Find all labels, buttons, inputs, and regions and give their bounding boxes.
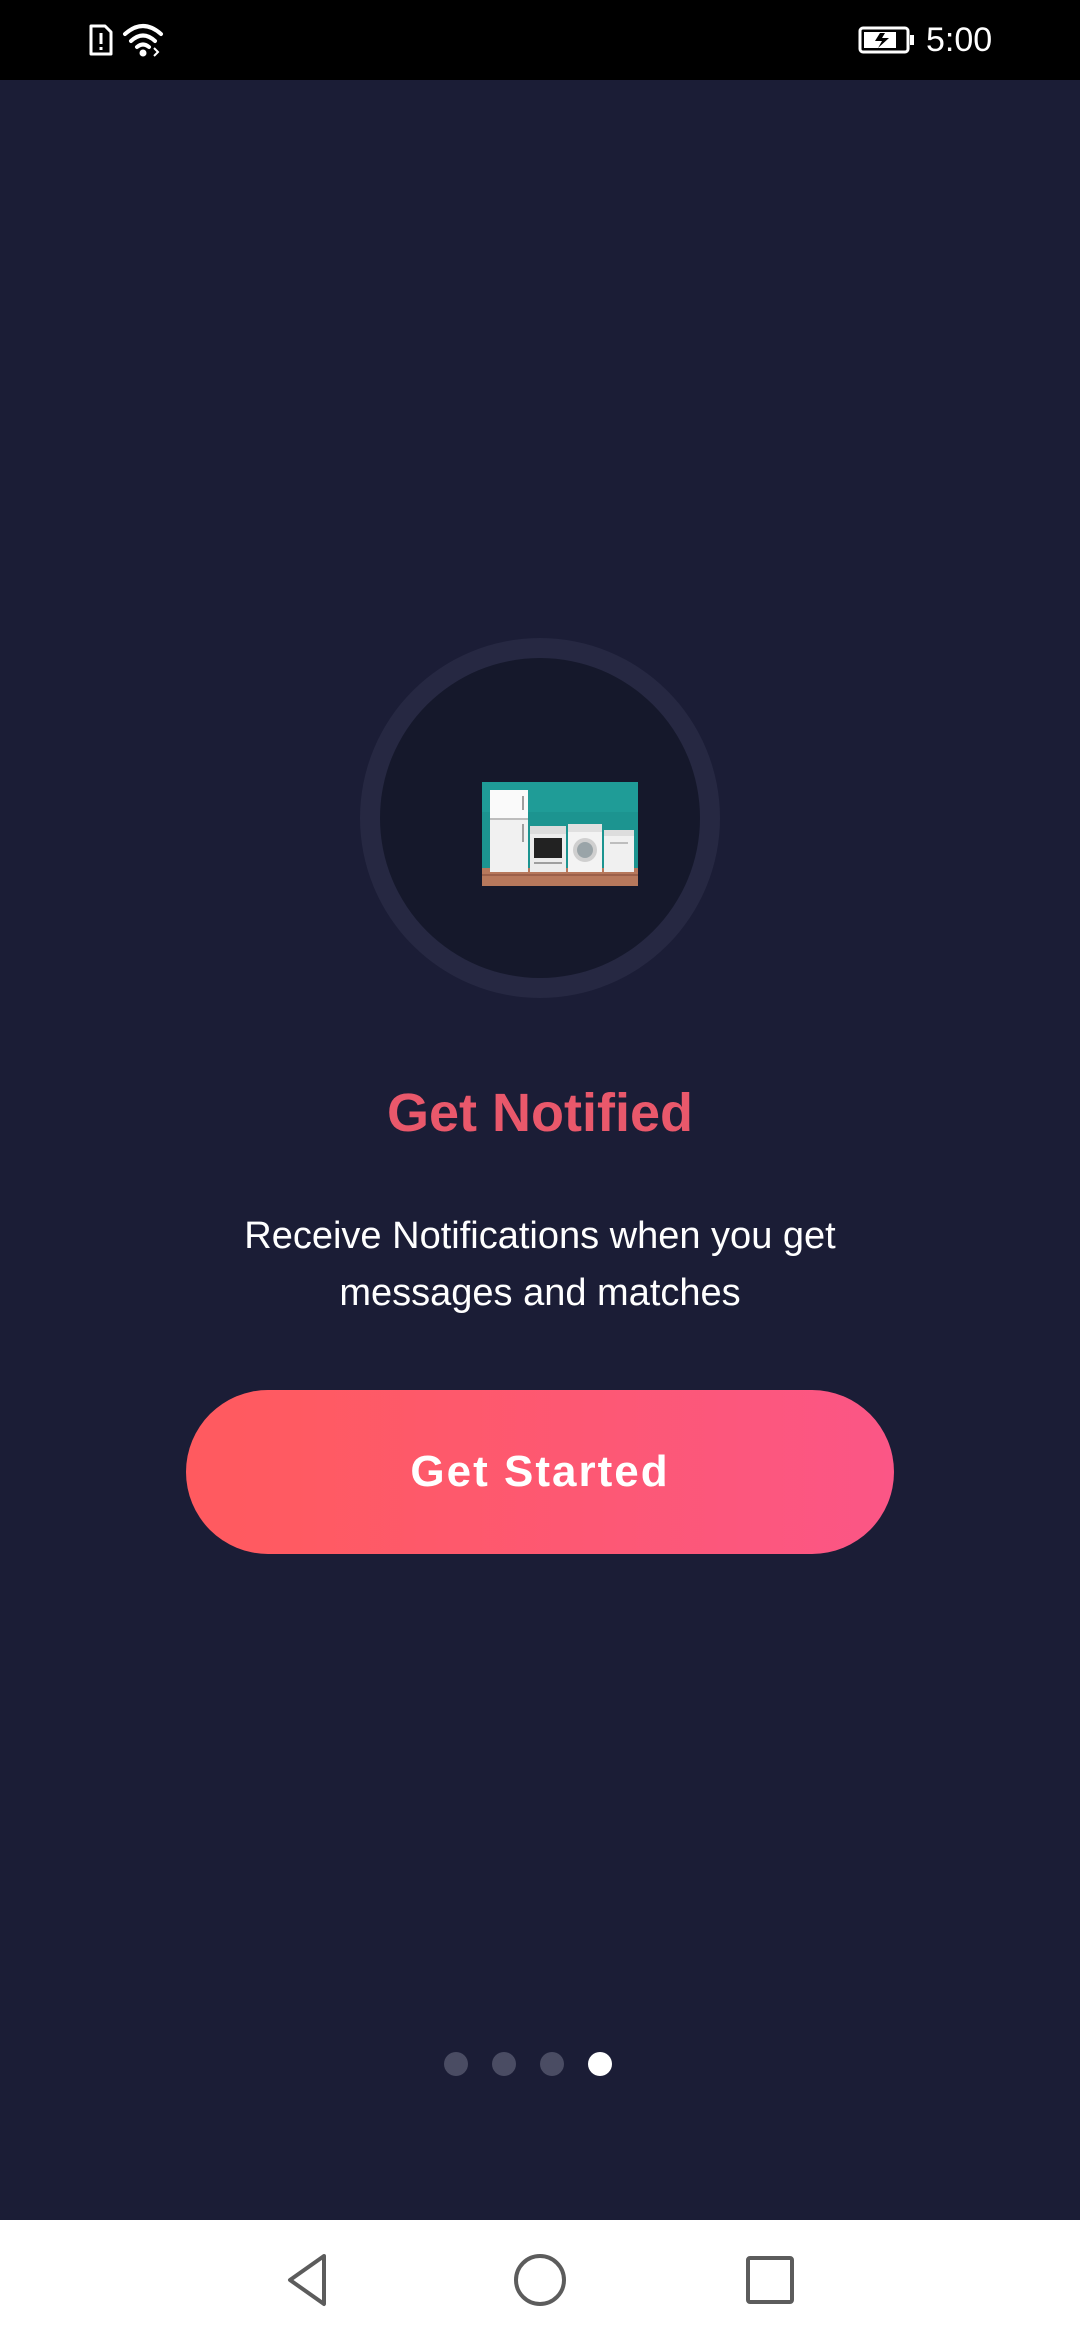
wifi-icon [123, 24, 163, 57]
home-icon[interactable] [508, 2248, 572, 2312]
page-dot-2[interactable] [492, 2052, 516, 2076]
navigation-bar [0, 2220, 1080, 2340]
page-indicator [444, 2052, 636, 2076]
status-time: 5:00 [926, 21, 993, 59]
page-dot-4[interactable] [588, 2052, 612, 2076]
page-dot-3[interactable] [540, 2052, 564, 2076]
home-appliances-image [482, 782, 638, 886]
get-started-label: Get Started [410, 1447, 670, 1496]
battery-charging-icon [858, 26, 914, 54]
onboarding-title: Get Notified [387, 1083, 693, 1143]
recents-icon[interactable] [738, 2248, 802, 2312]
status-bar: 5:00 [0, 0, 1080, 80]
get-started-button[interactable]: Get Started [186, 1390, 894, 1554]
sim-alert-icon [89, 24, 113, 56]
illustration-inner-circle [380, 658, 700, 978]
back-icon[interactable] [276, 2248, 340, 2312]
page-dot-1[interactable] [444, 2052, 468, 2076]
onboarding-description: Receive Notifications when you get messa… [244, 1215, 836, 1314]
illustration-circle [360, 638, 720, 998]
